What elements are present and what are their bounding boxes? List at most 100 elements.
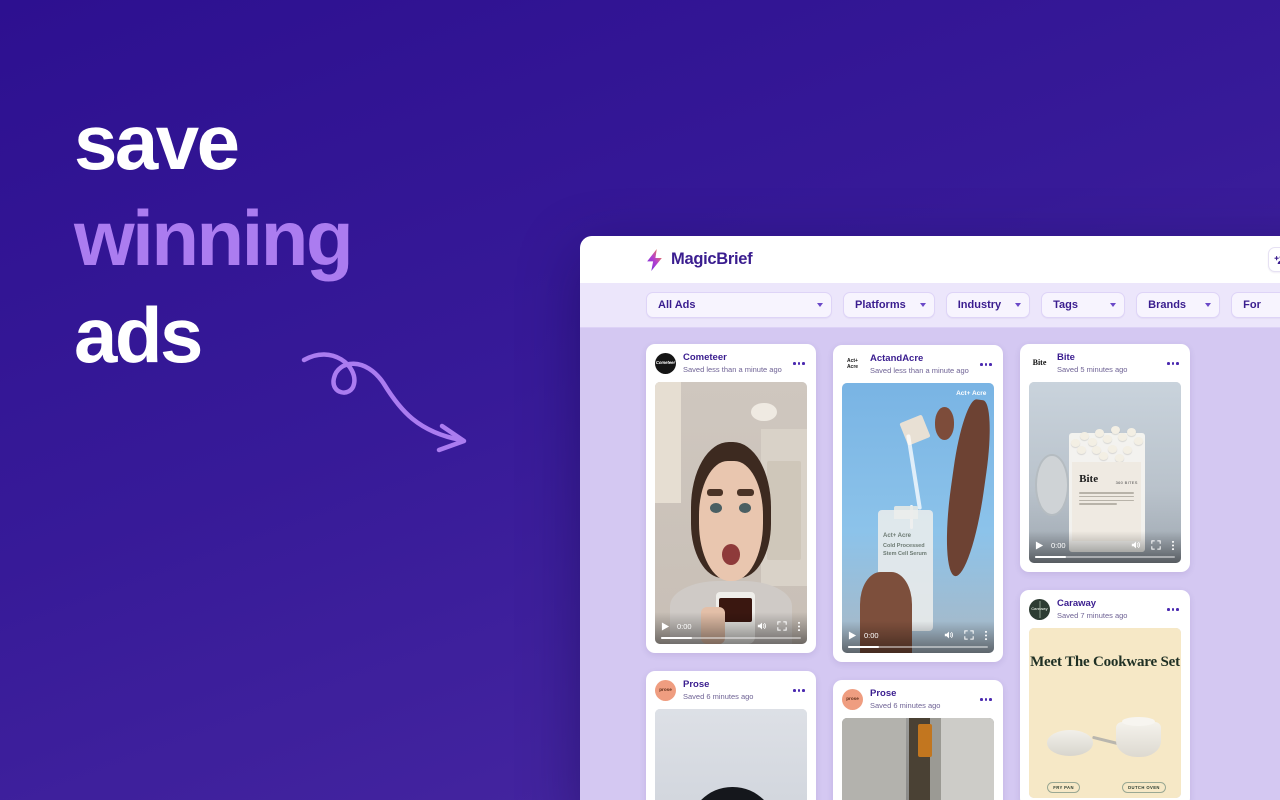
video-controls[interactable]: 0:00 [1029, 531, 1181, 563]
ads-columns: Cometeer Cometeer Saved less than a minu… [646, 344, 1280, 800]
ad-saved-time: Saved 6 minutes ago [683, 691, 754, 701]
ad-card-bite[interactable]: Bite Bite Saved 5 minutes ago Bite 360 B… [1020, 344, 1190, 572]
ad-more-options-button[interactable] [1165, 358, 1181, 369]
ads-board[interactable]: Cometeer Cometeer Saved less than a minu… [580, 328, 1280, 800]
hero-line-2: winning [74, 194, 354, 283]
avatar: Bite [1029, 353, 1050, 374]
filter-industry-label: Industry [957, 299, 1002, 311]
brand-logo[interactable]: MagicBrief [645, 248, 753, 271]
ad-card-header: prose Prose Saved 6 minutes ago [646, 671, 816, 709]
ad-more-options-button[interactable] [978, 694, 994, 705]
ad-media-video[interactable]: 3 myths about [842, 718, 994, 800]
filter-all-ads[interactable]: All Ads [646, 292, 832, 318]
filter-industry[interactable]: Industry [945, 292, 1031, 318]
ad-card-cometeer[interactable]: Cometeer Cometeer Saved less than a minu… [646, 344, 816, 653]
video-time: 0:00 [677, 621, 692, 631]
video-progress-bar[interactable] [661, 637, 801, 639]
creative-tag-fry-pan: FRY PAN [1047, 781, 1080, 793]
creative-headline: Meet The Cookware Set [1030, 653, 1180, 670]
avatar: Act+ Acre [842, 354, 863, 375]
ad-more-options-button[interactable] [791, 685, 807, 696]
hero-headline: save winning ads [74, 98, 574, 379]
video-progress-bar[interactable] [848, 646, 988, 648]
avatar: prose [655, 680, 676, 701]
ad-brand-name: Prose [683, 679, 710, 690]
ad-media-video[interactable] [655, 709, 807, 800]
fullscreen-icon[interactable] [1151, 540, 1161, 550]
ad-more-options-button[interactable] [1165, 604, 1181, 615]
ad-media-video[interactable]: Bite 360 BITES 0:00 [1029, 382, 1181, 563]
filter-tags[interactable]: Tags [1041, 292, 1126, 318]
video-menu-icon[interactable] [1171, 540, 1175, 551]
hero-line-3: ads [74, 290, 203, 379]
ad-card-header: Caraway Caraway Saved 7 minutes ago [1020, 590, 1190, 628]
creative-actandacre-serum: Act+ Acre Act+ Acre Cold Processed Stem … [842, 383, 994, 653]
ad-brand-name: Cometeer [683, 352, 727, 363]
app-window: MagicBrief All Ads Platforms Industry Ta… [580, 236, 1280, 800]
avatar: prose [842, 689, 863, 710]
chevron-down-icon [919, 303, 926, 307]
lightning-bolt-icon [647, 248, 662, 271]
play-icon[interactable] [848, 630, 857, 640]
creative-label-brand: Bite [1079, 472, 1099, 485]
volume-icon[interactable] [944, 630, 954, 640]
volume-icon[interactable] [1131, 540, 1141, 550]
filter-platforms-label: Platforms [855, 299, 906, 311]
ad-more-options-button[interactable] [978, 359, 994, 370]
ad-media-video[interactable]: Act+ Acre Act+ Acre Cold Processed Stem … [842, 383, 994, 653]
chevron-down-icon [1015, 303, 1022, 307]
hero-line-1: save [74, 98, 240, 186]
ad-saved-time: Saved less than a minute ago [870, 365, 969, 375]
dutch-oven-illustration [1115, 716, 1162, 758]
video-controls[interactable]: 0:00 [842, 621, 994, 653]
ad-brand-name: Prose [870, 688, 897, 699]
ad-card-prose-a[interactable]: prose Prose Saved 6 minutes ago [646, 671, 816, 800]
ad-card-meta: Prose Saved 6 minutes ago [683, 679, 784, 702]
ad-card-meta: ActandAcre Saved less than a minute ago [870, 353, 971, 376]
avatar: Cometeer [655, 353, 676, 374]
creative-watermark: Act+ Acre [956, 390, 987, 398]
creative-bottle-product: Cold Processed Stem Cell Serum [883, 543, 927, 558]
invite-member-button[interactable] [1268, 247, 1280, 272]
video-menu-icon[interactable] [797, 621, 801, 632]
chevron-down-icon [1205, 303, 1212, 307]
ad-saved-time: Saved 6 minutes ago [870, 700, 941, 710]
filter-all-ads-label: All Ads [658, 299, 696, 311]
ads-column-3: Bite Bite Saved 5 minutes ago Bite 360 B… [1020, 344, 1190, 800]
add-person-icon [1274, 255, 1280, 265]
ad-media-image[interactable]: Meet The Cookware Set FRY PAN DUTCH OVEN [1029, 628, 1181, 798]
ad-card-prose-b[interactable]: prose Prose Saved 6 minutes ago [833, 680, 1003, 800]
play-icon[interactable] [661, 621, 670, 631]
ad-card-header: Cometeer Cometeer Saved less than a minu… [646, 344, 816, 382]
chevron-down-icon [817, 303, 823, 307]
ad-more-options-button[interactable] [791, 358, 807, 369]
video-menu-icon[interactable] [984, 630, 988, 641]
filter-brands-label: Brands [1148, 299, 1187, 311]
app-header: MagicBrief [580, 236, 1280, 283]
fullscreen-icon[interactable] [964, 630, 974, 640]
creative-tag-dutch-oven: DUTCH OVEN [1122, 781, 1166, 793]
filter-formats[interactable]: For [1231, 292, 1280, 318]
ad-card-actandacre[interactable]: Act+ Acre ActandAcre Saved less than a m… [833, 345, 1003, 662]
play-icon[interactable] [1035, 540, 1044, 550]
ad-card-meta: Caraway Saved 7 minutes ago [1057, 598, 1158, 621]
filter-tags-label: Tags [1053, 299, 1079, 311]
promo-graphic: save winning ads MagicBrief All Ads Plat… [0, 0, 1280, 800]
filter-platforms[interactable]: Platforms [843, 292, 935, 318]
video-progress-bar[interactable] [1035, 556, 1175, 558]
ad-saved-time: Saved less than a minute ago [683, 364, 782, 374]
video-controls[interactable]: 0:00 [655, 612, 807, 644]
filter-brands[interactable]: Brands [1136, 292, 1221, 318]
video-time: 0:00 [1051, 540, 1066, 550]
creative-label-sub: 360 BITES [1115, 479, 1138, 485]
creative-bottle-brand: Act+ Acre [883, 532, 911, 539]
ads-column-2: Act+ Acre ActandAcre Saved less than a m… [833, 344, 1003, 800]
creative-caraway-cookware: Meet The Cookware Set FRY PAN DUTCH OVEN [1029, 628, 1181, 798]
volume-icon[interactable] [757, 621, 767, 631]
ad-saved-time: Saved 7 minutes ago [1057, 610, 1128, 620]
ad-brand-name: ActandAcre [870, 353, 924, 364]
fullscreen-icon[interactable] [777, 621, 787, 631]
ad-media-video[interactable]: 0:00 [655, 382, 807, 644]
ad-card-caraway[interactable]: Caraway Caraway Saved 7 minutes ago Meet… [1020, 590, 1190, 800]
creative-bottle-text: Act+ Acre Cold Processed Stem Cell Serum [883, 532, 930, 560]
